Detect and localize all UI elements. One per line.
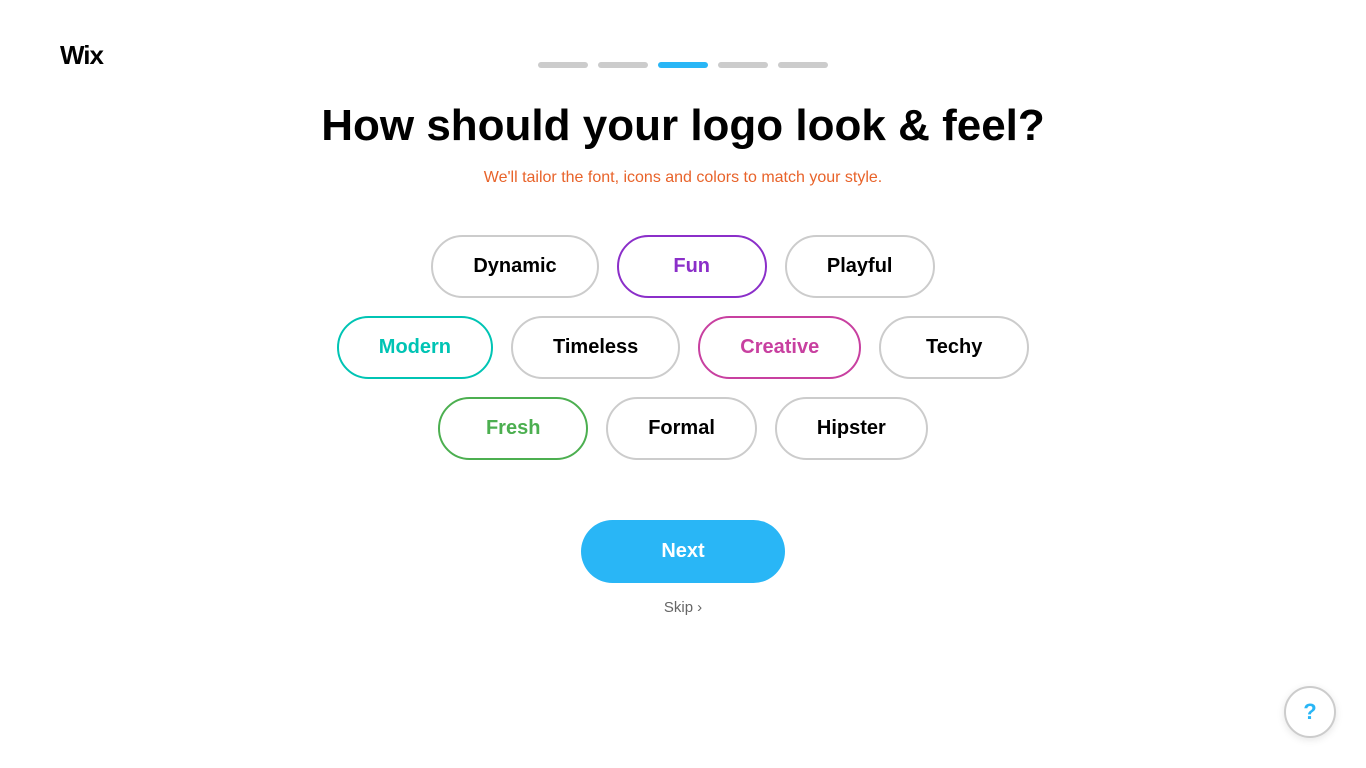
option-fresh[interactable]: Fresh	[438, 397, 588, 460]
options-row-1: Dynamic Fun Playful	[431, 235, 934, 298]
page-title: How should your logo look & feel?	[321, 100, 1045, 153]
progress-step-3	[658, 62, 708, 68]
option-playful[interactable]: Playful	[785, 235, 935, 298]
main-content: How should your logo look & feel? We'll …	[283, 100, 1083, 616]
option-dynamic[interactable]: Dynamic	[431, 235, 598, 298]
option-fun[interactable]: Fun	[617, 235, 767, 298]
progress-step-2	[598, 62, 648, 68]
option-formal[interactable]: Formal	[606, 397, 757, 460]
chevron-right-icon: ›	[697, 599, 702, 616]
progress-bar	[538, 62, 828, 68]
options-row-3: Fresh Formal Hipster	[438, 397, 928, 460]
style-options-container: Dynamic Fun Playful Modern Timeless Crea…	[337, 235, 1029, 460]
wix-logo: Wix	[60, 40, 128, 75]
option-hipster[interactable]: Hipster	[775, 397, 928, 460]
page-subtitle: We'll tailor the font, icons and colors …	[484, 169, 883, 187]
option-timeless[interactable]: Timeless	[511, 316, 680, 379]
help-button[interactable]: ?	[1284, 686, 1336, 738]
option-creative[interactable]: Creative	[698, 316, 861, 379]
svg-text:Wix: Wix	[60, 40, 105, 68]
progress-step-4	[718, 62, 768, 68]
options-row-2: Modern Timeless Creative Techy	[337, 316, 1029, 379]
next-button[interactable]: Next	[581, 520, 784, 583]
option-modern[interactable]: Modern	[337, 316, 493, 379]
skip-link[interactable]: Skip ›	[664, 599, 702, 616]
progress-step-1	[538, 62, 588, 68]
progress-step-5	[778, 62, 828, 68]
skip-label: Skip	[664, 599, 693, 616]
option-techy[interactable]: Techy	[879, 316, 1029, 379]
